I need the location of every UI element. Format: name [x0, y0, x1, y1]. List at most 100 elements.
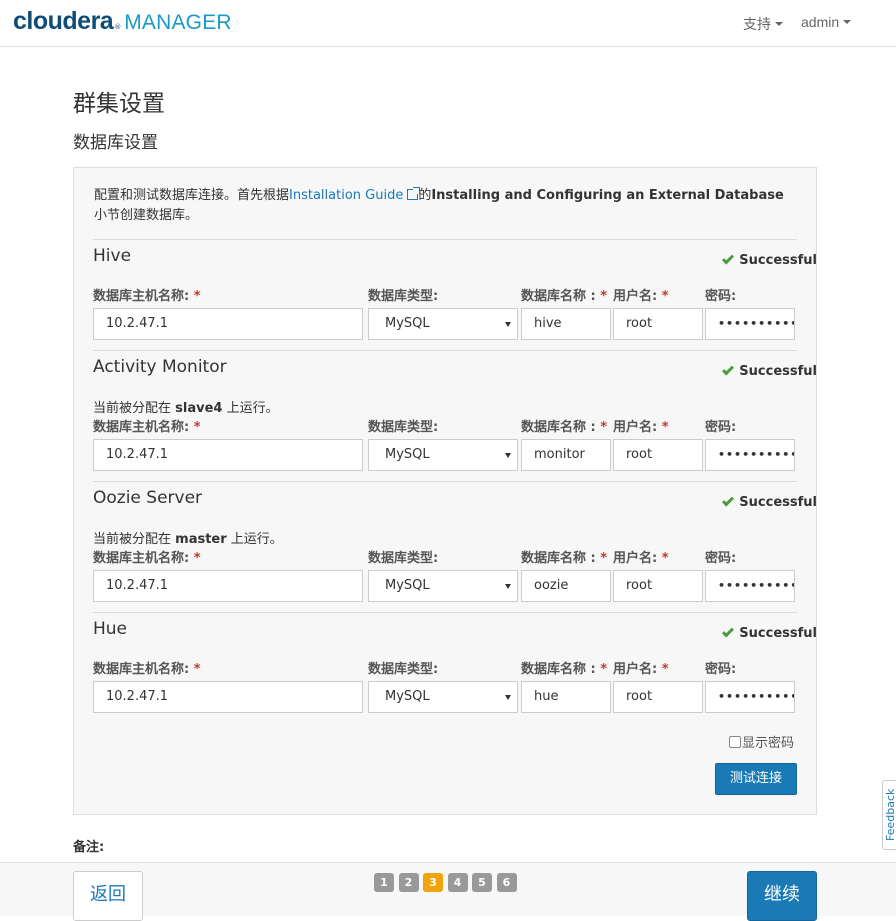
password-label: 密码:	[705, 420, 737, 435]
service-section-hue: Hue Successful 数据库主机名称: * 数据库类型: 数据库名称 :…	[93, 612, 817, 722]
step-5: 5	[472, 873, 492, 892]
host-label: 数据库主机名称: *	[93, 662, 201, 677]
username-input[interactable]: root	[613, 439, 703, 471]
support-menu[interactable]: 支持	[743, 14, 783, 34]
assigned-host: master	[175, 532, 227, 547]
db-type-label: 数据库类型:	[368, 662, 439, 677]
password-label: 密码:	[705, 551, 737, 566]
intro-prefix: 配置和测试数据库连接。首先根据	[94, 188, 290, 203]
username-label: 用户名: *	[613, 551, 669, 566]
db-type-label: 数据库类型:	[368, 551, 439, 566]
connection-status: Successful	[722, 363, 817, 379]
dropdown-arrow-icon	[505, 695, 511, 700]
db-name-label: 数据库名称 : *	[521, 662, 608, 677]
username-input[interactable]: root	[613, 308, 703, 340]
top-navbar: cloudera ® MANAGER 支持 admin	[0, 0, 896, 47]
db-type-select[interactable]: MySQL	[368, 681, 518, 713]
external-link-icon	[407, 187, 421, 200]
host-label: 数据库主机名称: *	[93, 420, 201, 435]
service-name: Hive	[93, 246, 132, 266]
db-name-input[interactable]: hue	[521, 681, 611, 713]
step-1[interactable]: 1	[374, 873, 394, 892]
db-name-label: 数据库名称 : *	[521, 289, 608, 304]
db-name-label: 数据库名称 : *	[521, 420, 608, 435]
cloudera-manager-logo[interactable]: cloudera ® MANAGER	[13, 7, 232, 37]
db-name-input[interactable]: oozie	[521, 570, 611, 602]
intro-bold-section-name: Installing and Configuring an External D…	[431, 188, 784, 203]
db-type-value: MySQL	[385, 447, 430, 462]
db-host-input[interactable]: 10.2.47.1	[93, 308, 363, 340]
chevron-down-icon	[843, 20, 852, 24]
service-section-oozie-server: Oozie Server Successful 当前被分配在 master 上运…	[93, 481, 817, 612]
db-host-input[interactable]: 10.2.47.1	[93, 681, 363, 713]
db-name-label: 数据库名称 : *	[521, 551, 608, 566]
db-host-input[interactable]: 10.2.47.1	[93, 439, 363, 471]
step-2[interactable]: 2	[398, 873, 419, 892]
username-input[interactable]: root	[613, 681, 703, 713]
test-connection-button[interactable]: 测试连接	[715, 763, 797, 795]
service-section-hive: Hive Successful 数据库主机名称: * 数据库类型: 数据库名称 …	[93, 239, 817, 350]
db-type-value: MySQL	[385, 316, 430, 331]
db-name-input[interactable]: hive	[521, 308, 611, 340]
user-menu-label: admin	[801, 14, 840, 30]
password-input[interactable]: ••••••••••	[705, 308, 795, 340]
support-menu-label: 支持	[743, 16, 771, 32]
feedback-tab[interactable]: Feedback	[882, 780, 896, 850]
username-input[interactable]: root	[613, 570, 703, 602]
check-icon	[722, 252, 735, 265]
intro-suffix: 小节创建数据库。	[94, 208, 199, 223]
installation-guide-link[interactable]: Installation Guide	[289, 187, 421, 203]
password-input[interactable]: ••••••••••	[705, 570, 795, 602]
db-type-select[interactable]: MySQL	[368, 570, 518, 602]
status-label: Successful	[739, 626, 817, 641]
page-title: 群集设置	[73, 91, 165, 117]
connection-status: Successful	[722, 494, 817, 510]
check-icon	[722, 494, 735, 507]
service-section-activity-monitor: Activity Monitor Successful 当前被分配在 slave…	[93, 350, 817, 481]
password-label: 密码:	[705, 289, 737, 304]
back-button[interactable]: 返回	[73, 871, 143, 921]
host-label: 数据库主机名称: *	[93, 551, 201, 566]
status-label: Successful	[739, 364, 817, 379]
check-icon	[722, 625, 735, 638]
connection-status: Successful	[722, 625, 817, 641]
page-subtitle: 数据库设置	[73, 133, 158, 153]
intro-text: 配置和测试数据库连接。首先根据Installation Guide 的Instal…	[94, 186, 794, 226]
db-type-select[interactable]: MySQL	[368, 308, 518, 340]
step-indicator: 1 2 3 4 5 6	[374, 873, 521, 892]
db-type-select[interactable]: MySQL	[368, 439, 518, 471]
logo-primary-text: cloudera	[13, 7, 114, 35]
username-label: 用户名: *	[613, 289, 669, 304]
db-name-input[interactable]: monitor	[521, 439, 611, 471]
password-input[interactable]: ••••••••••	[705, 681, 795, 713]
host-label: 数据库主机名称: *	[93, 289, 201, 304]
wizard-footer: 返回 1 2 3 4 5 6 继续	[0, 862, 896, 921]
connection-status: Successful	[722, 252, 817, 268]
assigned-host: slave4	[175, 401, 223, 416]
feedback-label: Feedback	[884, 788, 896, 841]
show-password-checkbox[interactable]: 显示密码	[729, 732, 794, 751]
logo-secondary-text: MANAGER	[124, 11, 232, 34]
assigned-host-text: 当前被分配在 master 上运行。	[93, 532, 283, 547]
notes-label: 备注:	[73, 840, 105, 855]
check-icon	[722, 363, 735, 376]
checkbox-icon[interactable]	[729, 735, 741, 748]
username-label: 用户名: *	[613, 662, 669, 677]
database-setup-panel: 配置和测试数据库连接。首先根据Installation Guide 的Instal…	[73, 167, 817, 815]
password-input[interactable]: ••••••••••	[705, 439, 795, 471]
assigned-host-text: 当前被分配在 slave4 上运行。	[93, 401, 279, 416]
installation-guide-link-label: Installation Guide	[289, 188, 404, 203]
status-label: Successful	[739, 495, 817, 510]
step-3-current: 3	[423, 873, 443, 892]
continue-button[interactable]: 继续	[747, 871, 817, 921]
step-6: 6	[496, 873, 517, 892]
db-type-value: MySQL	[385, 689, 430, 704]
chevron-down-icon	[775, 22, 783, 26]
user-menu[interactable]: admin	[801, 14, 852, 30]
username-label: 用户名: *	[613, 420, 669, 435]
db-type-label: 数据库类型:	[368, 289, 439, 304]
registered-mark: ®	[114, 23, 122, 31]
service-name: Hue	[93, 619, 128, 639]
dropdown-arrow-icon	[505, 322, 511, 327]
db-host-input[interactable]: 10.2.47.1	[93, 570, 363, 602]
